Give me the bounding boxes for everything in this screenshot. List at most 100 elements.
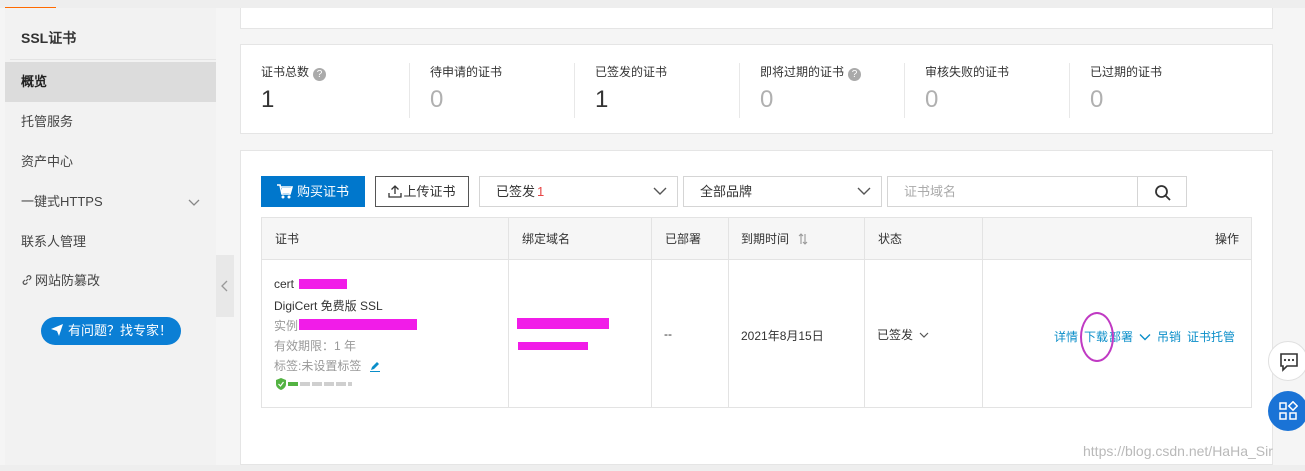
stat-expiring[interactable]: 即将过期的证书? 0 xyxy=(739,63,904,118)
chevron-down-icon xyxy=(653,187,667,195)
column-header-certificate: 证书 xyxy=(275,232,300,246)
table-header: 证书 绑定域名 已部署 到期时间 状态 操作 xyxy=(262,218,1251,260)
sidebar-item-https[interactable]: 一键式HTTPS xyxy=(5,182,216,222)
column-divider xyxy=(728,218,729,407)
action-deploy[interactable]: 部署 xyxy=(1109,328,1151,345)
question-icon[interactable]: ? xyxy=(313,68,327,81)
sidebar-item-contacts[interactable]: 联系人管理 xyxy=(5,222,216,262)
sidebar-item-hosting[interactable]: 托管服务 xyxy=(5,102,216,142)
cert-name[interactable]: cert xyxy=(274,277,294,291)
upload-icon xyxy=(388,185,403,198)
upload-certificate-button[interactable]: 上传证书 xyxy=(375,176,469,207)
column-header-domain: 绑定域名 xyxy=(522,232,571,246)
redaction-mark xyxy=(299,319,417,330)
brand-filter-select[interactable]: 全部品牌 xyxy=(683,176,882,207)
redaction-mark xyxy=(517,318,609,329)
top-panel xyxy=(240,8,1273,29)
stat-value: 0 xyxy=(760,86,774,113)
chevron-down-icon xyxy=(857,187,871,195)
column-header-status: 状态 xyxy=(878,232,903,246)
paper-plane-icon xyxy=(50,324,63,336)
cert-instance-label: 实例 xyxy=(274,319,299,333)
stat-label: 待申请的证书 xyxy=(430,65,503,79)
action-revoke[interactable]: 吊销 xyxy=(1157,328,1181,345)
stat-pending[interactable]: 待申请的证书 0 xyxy=(409,63,574,118)
sidebar-item-label: 联系人管理 xyxy=(21,234,87,249)
action-detail[interactable]: 详情 xyxy=(1054,328,1078,345)
sidebar-item-label: 托管服务 xyxy=(21,114,74,129)
status-filter-value: 已签发 xyxy=(496,184,536,199)
shield-check-icon xyxy=(276,378,286,390)
brand-filter-value: 全部品牌 xyxy=(700,184,753,199)
stat-failed[interactable]: 审核失败的证书 0 xyxy=(904,63,1069,118)
sidebar-item-tamper[interactable]: 网站防篡改 xyxy=(5,261,216,301)
status-filter-select[interactable]: 已签发 1 xyxy=(479,176,678,207)
status-value: 已签发 xyxy=(877,328,914,342)
stat-value: 1 xyxy=(261,86,275,113)
stat-label: 已过期的证书 xyxy=(1090,65,1163,79)
sidebar: SSL证书 概览 托管服务 资产中心 一键式HTTPS 联系人管理 网站防篡改 … xyxy=(5,8,216,465)
ask-expert-button[interactable]: 有问题？找专家！ xyxy=(41,317,181,345)
stat-total[interactable]: 证书总数? 1 xyxy=(241,63,406,118)
certificate-table: 证书 绑定域名 已部署 到期时间 状态 操作 cert DigiCert 免费版… xyxy=(261,217,1252,408)
redaction-mark xyxy=(299,279,347,289)
status-filter-count: 1 xyxy=(537,184,545,199)
top-bar xyxy=(0,0,1305,10)
action-hosting[interactable]: 证书托管 xyxy=(1187,328,1235,345)
sidebar-item-label: 网站防篡改 xyxy=(35,273,101,288)
sidebar-item-label: 资产中心 xyxy=(21,154,74,169)
sidebar-title: SSL证书 xyxy=(21,30,77,46)
bottom-strip xyxy=(0,465,1305,471)
search-icon xyxy=(1155,185,1171,201)
sidebar-item-assets[interactable]: 资产中心 xyxy=(5,142,216,182)
chevron-down-icon xyxy=(188,199,200,206)
cert-product: DigiCert 免费版 SSL xyxy=(274,299,383,313)
stat-label: 证书总数 xyxy=(261,65,310,79)
search-button[interactable] xyxy=(1137,176,1187,207)
column-header-actions: 操作 xyxy=(1215,232,1240,246)
question-icon[interactable]: ? xyxy=(848,68,862,81)
sort-icon xyxy=(798,233,808,245)
annotation-circle xyxy=(1080,312,1114,362)
column-divider xyxy=(864,218,865,407)
security-strength-bar xyxy=(288,382,352,386)
sidebar-item-label: 一键式HTTPS xyxy=(21,194,103,209)
column-header-label: 到期时间 xyxy=(741,232,790,246)
stat-expired[interactable]: 已过期的证书 0 xyxy=(1069,63,1234,118)
deployed-value: -- xyxy=(664,327,672,341)
cart-icon xyxy=(276,184,294,199)
cert-tag: 标签:未设置标签 xyxy=(274,357,381,374)
stat-issued[interactable]: 已签发的证书 1 xyxy=(574,63,739,118)
column-divider xyxy=(508,218,509,407)
buy-certificate-label: 购买证书 xyxy=(296,184,349,199)
watermark-text: https://blog.csdn.net/HaHa_Sir xyxy=(1083,443,1273,459)
column-header-deployed: 已部署 xyxy=(665,232,702,246)
sidebar-collapse-handle[interactable] xyxy=(216,255,234,317)
chevron-down-icon xyxy=(1139,334,1151,341)
apps-grid-icon xyxy=(1279,401,1298,420)
cert-validity: 有效期限：1 年 xyxy=(274,339,357,353)
stat-label: 已签发的证书 xyxy=(595,65,668,79)
upload-certificate-label: 上传证书 xyxy=(403,184,456,199)
edit-icon[interactable] xyxy=(369,360,381,372)
chevron-down-icon xyxy=(919,332,929,338)
redaction-mark xyxy=(518,342,588,350)
stat-value: 0 xyxy=(1090,86,1104,113)
apps-float-button[interactable] xyxy=(1268,391,1305,431)
stat-label: 即将过期的证书 xyxy=(760,65,845,79)
chat-icon xyxy=(1280,353,1298,372)
cert-tag-label: 标签:未设置标签 xyxy=(274,359,362,373)
domain-search-input[interactable]: 证书域名 xyxy=(887,176,1138,207)
stat-label: 审核失败的证书 xyxy=(925,65,1010,79)
buy-certificate-button[interactable]: 购买证书 xyxy=(261,176,365,207)
sidebar-item-label: 概览 xyxy=(21,74,48,89)
column-divider xyxy=(982,218,983,407)
link-icon xyxy=(22,275,32,285)
expiry-date: 2021年8月15日 xyxy=(741,329,824,343)
stat-value: 0 xyxy=(925,86,939,113)
sidebar-item-overview[interactable]: 概览 xyxy=(5,62,216,102)
feedback-float-button[interactable] xyxy=(1268,341,1305,381)
status-dropdown[interactable]: 已签发 xyxy=(877,326,929,343)
column-header-expiry[interactable]: 到期时间 xyxy=(741,218,808,260)
sidebar-divider xyxy=(10,59,216,60)
